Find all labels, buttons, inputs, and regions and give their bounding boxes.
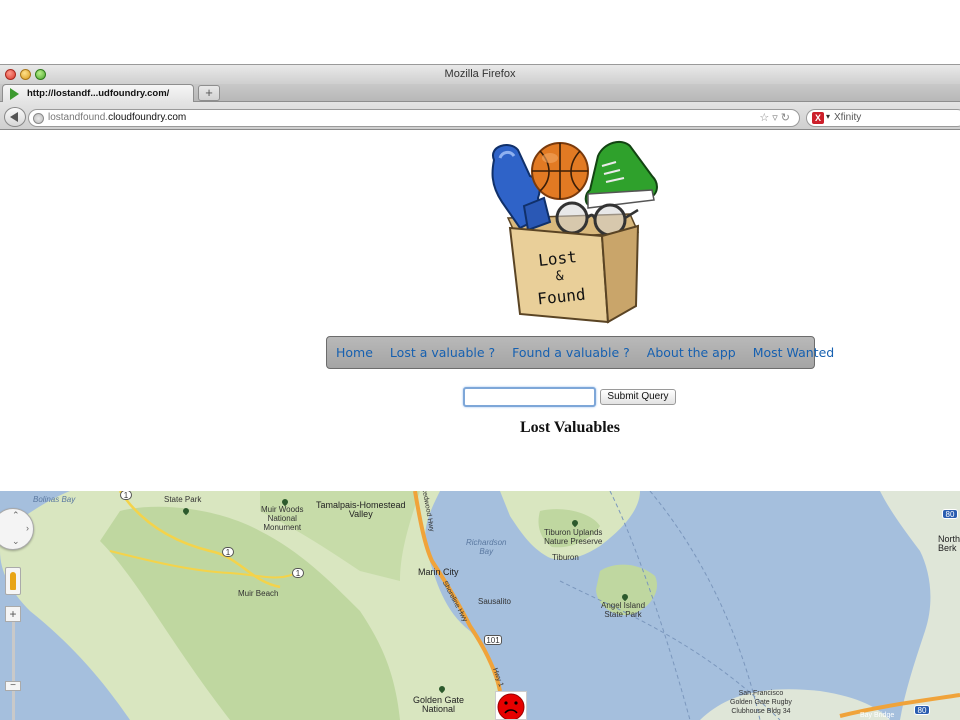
map-label: Golden Gate National [413, 695, 465, 714]
map-label: Richardson Bay [466, 538, 507, 556]
globe-icon [33, 113, 44, 124]
highway-shield: 1 [222, 547, 234, 557]
engine-dropdown-icon[interactable]: ▾ [826, 112, 830, 121]
bookmark-star-icon[interactable]: ☆ [759, 112, 772, 124]
search-engine-placeholder: Xfinity [834, 112, 862, 123]
url-subdomain: lostandfound. [48, 112, 109, 123]
map-label: Sausalito [478, 597, 511, 606]
pan-up-icon[interactable]: ⌃ [12, 510, 20, 521]
nav-most-wanted[interactable]: Most Wanted [753, 345, 835, 360]
zoom-in-button[interactable]: + [5, 606, 21, 622]
address-bar[interactable]: lostandfound.cloudfoundry.com ☆▿↻ [28, 109, 800, 127]
dropdown-arrow-icon[interactable]: ▿ [772, 112, 781, 124]
highway-shield: 101 [484, 635, 502, 645]
map-label: Muir Beach [238, 589, 279, 598]
lost-item-marker[interactable] [495, 691, 527, 720]
nav-found-valuable[interactable]: Found a valuable ? [512, 345, 630, 360]
lost-and-found-logo: Lost & Found [480, 136, 670, 324]
logo-line-1: Lost [537, 247, 577, 270]
highway-shield: 80 [914, 705, 930, 715]
url-text: lostandfound.cloudfoundry.com [48, 112, 186, 123]
sad-face-icon [497, 693, 525, 719]
url-domain: cloudfoundry.com [108, 112, 187, 123]
screen: Mozilla Firefox http://lostandf...udfoun… [0, 0, 960, 720]
highway-shield: 1 [292, 568, 304, 578]
street-view-pegman-icon[interactable] [5, 567, 21, 595]
submit-query-button[interactable]: Submit Query [600, 389, 676, 405]
map-label: Tamalpais-Homestead Valley [316, 500, 406, 519]
tab-label: http://lostandf...udfoundry.com/ [27, 88, 170, 99]
map-label: Tiburon [552, 553, 579, 562]
map-label: Marin City [418, 567, 459, 577]
highway-shield: 1 [120, 491, 132, 500]
window-titlebar: Mozilla Firefox [0, 64, 960, 84]
main-nav: Home Lost a valuable ? Found a valuable … [326, 336, 834, 369]
play-icon [10, 88, 19, 100]
map-label: State Park [164, 495, 202, 504]
highway-shield: 80 [942, 509, 958, 519]
browser-toolbar: lostandfound.cloudfoundry.com ☆▿↻ X ▾ Xf… [0, 102, 960, 130]
map-view[interactable]: Bolinas Bay State Park Muir Woods Nation… [0, 491, 960, 720]
new-tab-button[interactable]: + [198, 85, 220, 101]
map-label: Bay Bridge [860, 712, 895, 719]
reload-icon[interactable]: ↻ [781, 112, 793, 124]
basketball-icon [531, 142, 589, 200]
xfinity-icon[interactable]: X [812, 112, 824, 124]
map-label: Tiburon Uplands Nature Preserve [544, 528, 603, 546]
map-label: Muir Woods National Monument [261, 505, 304, 532]
tab-strip: http://lostandf...udfoundry.com/ + [0, 84, 960, 102]
nav-home[interactable]: Home [336, 345, 373, 360]
browser-tab-active[interactable]: http://lostandf...udfoundry.com/ [2, 84, 194, 102]
back-button[interactable] [4, 107, 26, 127]
page-heading: Lost Valuables [519, 419, 621, 436]
zoom-slider-handle[interactable]: − [5, 681, 21, 691]
map-label: North Berk [938, 534, 960, 553]
map-label: Angel Island State Park [601, 601, 646, 619]
map-label: Bolinas Bay [33, 495, 76, 504]
pan-right-icon[interactable]: › [26, 523, 29, 533]
map-label: San Francisco Golden Gate Rugby Clubhous… [730, 690, 792, 715]
sneaker-icon [584, 140, 658, 209]
zoom-slider-track[interactable] [12, 622, 15, 720]
nav-about[interactable]: About the app [647, 345, 736, 360]
pan-down-icon[interactable]: ⌄ [12, 536, 20, 547]
url-actions: ☆▿↻ [759, 111, 793, 124]
search-input[interactable] [463, 387, 596, 407]
nav-lost-valuable[interactable]: Lost a valuable ? [390, 345, 495, 360]
window-title: Mozilla Firefox [444, 68, 516, 80]
search-engine-box[interactable]: X ▾ Xfinity [806, 109, 960, 127]
